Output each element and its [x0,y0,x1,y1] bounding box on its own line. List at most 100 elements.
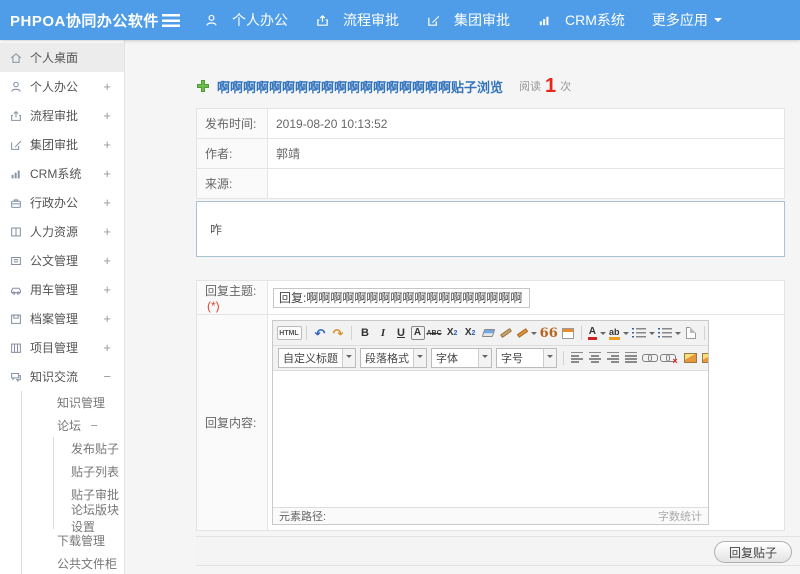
reply-subject-label: 回复主题:(*) [196,280,268,315]
sidebar-item-forum-board-settings[interactable]: 论坛版块设置 [54,503,124,534]
align-right-icon[interactable] [605,348,622,368]
sidebar-item-post-topic[interactable]: 发布贴子 [54,437,124,460]
sidebar: 个人桌面 个人办公 + 流程审批 + 集团审批 + CRM系统 + 行政办公 +… [0,40,125,574]
blockquote-button[interactable]: 66 [539,323,559,343]
page-title: 啊啊啊啊啊啊啊啊啊啊啊啊啊啊啊啊啊啊贴子浏览 [217,79,504,95]
car-icon [9,283,23,297]
font-family-select[interactable]: 字体 [431,348,492,368]
expand-plus-icon[interactable]: + [103,253,111,268]
sidebar-item-label: 流程审批 [30,109,79,123]
top-bar: PHPOA协同办公软件 个人办公 流程审批 集团审批 CRM系统 更多应用 [0,0,800,40]
pen-color-icon[interactable] [516,323,538,343]
expand-plus-icon[interactable]: + [103,311,111,326]
undo-icon[interactable]: ↶ [312,323,329,343]
expand-plus-icon[interactable]: + [103,108,111,123]
expand-plus-icon[interactable]: + [103,137,111,152]
sidebar-item-knowledge-management[interactable]: 知识管理 [22,391,124,414]
sidebar-item-personal-desktop[interactable]: 个人桌面 [0,43,124,72]
nav-personal-office[interactable]: 个人办公 [204,10,288,30]
nav-workflow-approval[interactable]: 流程审批 [315,10,399,30]
new-page-icon[interactable] [683,323,700,343]
date-insert-icon[interactable] [560,323,577,343]
underline-button[interactable]: U [393,323,410,343]
element-path-label: 元素路径: [279,511,327,523]
table-row: 回复主题:(*) [196,280,785,315]
reply-post-button[interactable]: 回复贴子 [713,541,792,563]
sidebar-item-label: 集团审批 [30,138,79,152]
nav-label: 集团审批 [454,12,510,28]
sidebar-item-topic-list[interactable]: 贴子列表 [54,460,124,483]
expand-plus-icon[interactable]: + [103,195,111,210]
nav-label: 个人办公 [232,12,288,28]
nav-crm-system[interactable]: CRM系统 [537,10,625,30]
sidebar-item-admin-office[interactable]: 行政办公 + [0,188,124,217]
sidebar-item-label: 知识交流 [30,370,79,384]
font-style-button[interactable]: A [410,326,425,340]
flow-icon [315,13,330,28]
font-color-button[interactable]: A [587,323,607,343]
sidebar-item-public-file-cabinet[interactable]: 公共文件柜 [22,552,124,574]
sidebar-item-vehicle-management[interactable]: 用车管理 + [0,275,124,304]
sidebar-item-label: 个人办公 [30,80,79,94]
reply-subject-input[interactable] [273,287,530,308]
caret-down-icon[interactable] [478,349,491,367]
unlink-icon[interactable]: × [659,348,681,368]
editor-content-area[interactable] [273,371,708,507]
sidebar-item-document-management[interactable]: 公文管理 + [0,246,124,275]
unordered-list-icon[interactable] [657,323,682,343]
sidebar-item-human-resources[interactable]: 人力资源 + [0,217,124,246]
sidebar-item-forum[interactable]: 论坛 − [22,414,124,437]
format-painter-icon[interactable] [498,323,515,343]
font-size-select[interactable]: 字号 [496,348,557,368]
caret-down-icon[interactable] [413,349,426,367]
collapse-minus-icon[interactable]: − [90,418,98,433]
expand-plus-icon[interactable]: + [103,340,111,355]
sidebar-item-label: 论坛 [57,419,82,433]
html-source-button[interactable]: HTML [276,326,302,340]
sidebar-item-knowledge-exchange[interactable]: 知识交流 − [0,362,124,391]
table-row: 作者: 郭靖 [196,138,785,169]
nav-group-approval[interactable]: 集团审批 [426,10,510,30]
paragraph-format-select[interactable]: 段落格式 [360,348,427,368]
word-count-label[interactable]: 字数统计 [658,508,702,524]
nav-more-apps[interactable]: 更多应用 [652,10,722,30]
image-upload-icon[interactable] [700,348,708,368]
sidebar-item-group-approval[interactable]: 集团审批 + [0,130,124,159]
sidebar-item-personal-office[interactable]: 个人办公 + [0,72,124,101]
bold-button[interactable]: B [357,323,374,343]
sidebar-item-label: 发布贴子 [71,442,120,456]
eraser-icon[interactable] [480,323,497,343]
sidebar-item-label: CRM系统 [30,167,82,181]
italic-button[interactable]: I [375,323,392,343]
sidebar-item-crm-system[interactable]: CRM系统 + [0,159,124,188]
highlight-color-button[interactable]: ab [608,323,630,343]
caret-down-icon[interactable] [342,349,355,367]
sidebar-item-archive-management[interactable]: 档案管理 + [0,304,124,333]
hamburger-menu-icon[interactable] [162,13,180,27]
expand-plus-icon[interactable]: + [103,166,111,181]
image-icon[interactable] [682,348,699,368]
table-row: 回复内容: HTML ↶ ↷ B I U A ABC X 2 X 2 66 A … [196,314,785,531]
collapse-minus-icon[interactable]: − [103,369,111,384]
heading-select[interactable]: 自定义标题 [278,348,356,368]
subscript-button[interactable]: X2 [462,323,479,343]
field-label: 回复内容: [205,416,257,430]
ordered-list-icon[interactable] [631,323,656,343]
app-logo[interactable]: PHPOA协同办公软件 [0,10,162,31]
expand-plus-icon[interactable]: + [103,282,111,297]
sidebar-item-project-management[interactable]: 项目管理 + [0,333,124,362]
expand-plus-icon[interactable]: + [103,79,111,94]
align-justify-icon[interactable] [623,348,640,368]
expand-plus-icon[interactable]: + [103,224,111,239]
redo-icon[interactable]: ↷ [330,323,347,343]
align-left-icon[interactable] [569,348,586,368]
caret-down-icon[interactable] [543,349,556,367]
sidebar-item-workflow-approval[interactable]: 流程审批 + [0,101,124,130]
align-center-icon[interactable] [587,348,604,368]
superscript-button[interactable]: X2 [444,323,461,343]
link-icon[interactable] [641,348,658,368]
required-mark: (*) [207,299,220,313]
read-label: 阅读 [519,81,542,93]
strikethrough-button[interactable]: ABC [426,323,443,343]
sidebar-item-label: 公文管理 [30,254,79,268]
